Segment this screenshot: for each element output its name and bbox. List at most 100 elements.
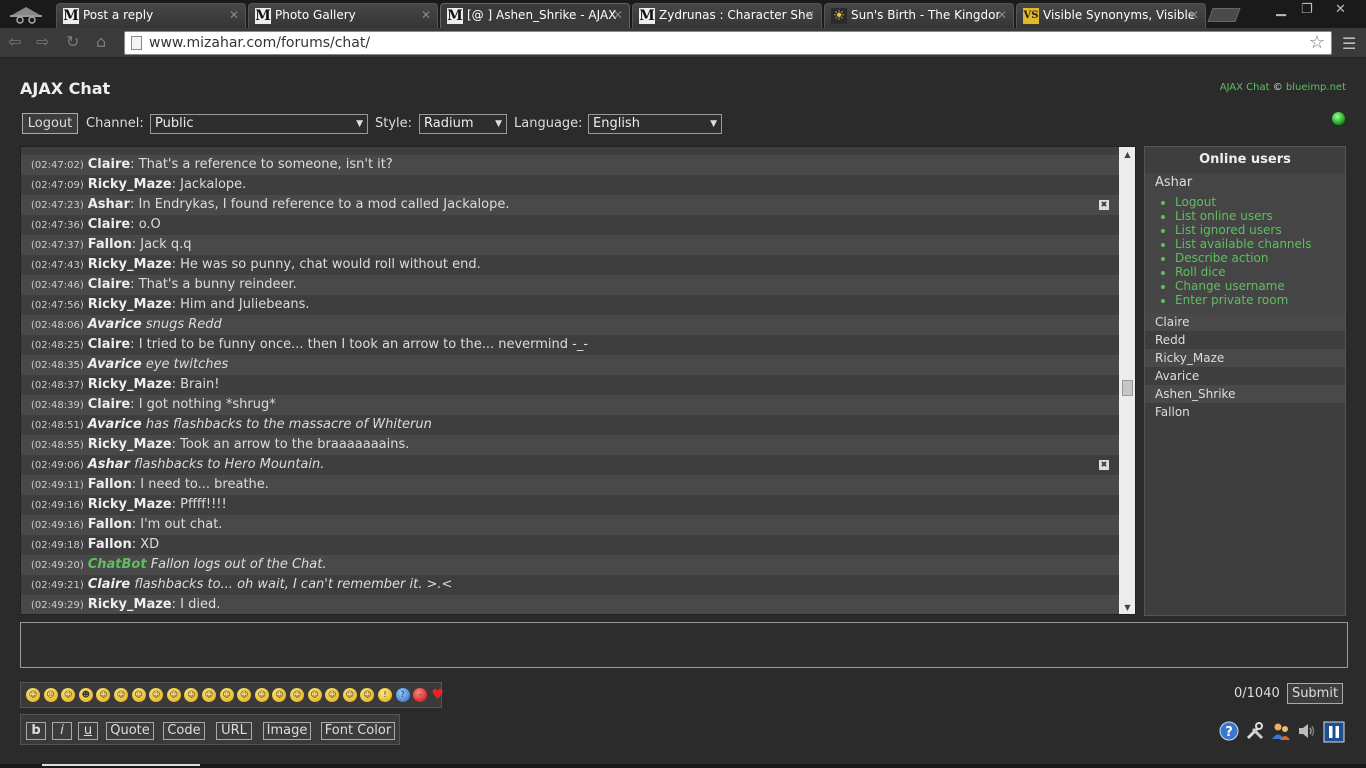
emoticon-icon[interactable]: ☺ [360, 688, 375, 702]
emoticon-icon[interactable]: ☺ [114, 688, 128, 702]
online-user[interactable]: Claire [1145, 313, 1345, 331]
message-user[interactable]: Claire [88, 277, 130, 292]
message-user[interactable]: ChatBot [88, 557, 147, 572]
style-select[interactable]: Radium ▼ [419, 114, 507, 134]
emoticon-icon[interactable]: ☺ [166, 688, 181, 702]
tab-close-icon[interactable]: ✕ [229, 4, 239, 26]
message-user[interactable]: Ricky_Maze [88, 257, 172, 272]
message-user[interactable]: Claire [88, 337, 130, 352]
online-user[interactable]: Ricky_Maze [1145, 349, 1345, 367]
quote-button[interactable]: Quote [106, 722, 154, 740]
underline-button[interactable]: u [78, 722, 98, 740]
message-user[interactable]: Avarice [88, 317, 142, 332]
user-menu-item[interactable]: List available channels [1175, 237, 1345, 251]
language-select[interactable]: English ▼ [588, 114, 722, 134]
message-user[interactable]: Ricky_Maze [88, 597, 172, 612]
code-button[interactable]: Code [163, 722, 205, 740]
emoticon-icon[interactable]: ♥ [431, 688, 445, 702]
star-icon[interactable]: ☆ [1309, 32, 1325, 53]
tab-ajax-chat[interactable]: M [@ ] Ashen_Shrike - AJAX ✕ [440, 3, 630, 28]
emoticon-icon[interactable]: ☺ [61, 688, 76, 702]
message-user[interactable]: Ricky_Maze [88, 437, 172, 452]
logout-button[interactable]: Logout [22, 113, 78, 134]
image-button[interactable]: Image [263, 722, 311, 740]
emoticon-icon[interactable]: ☺ [272, 688, 287, 702]
online-user[interactable]: Redd [1145, 331, 1345, 349]
restore-icon[interactable]: ❐ [1301, 2, 1313, 17]
scroll-up-icon[interactable]: ▲ [1119, 147, 1135, 163]
message-user[interactable]: Ricky_Maze [88, 497, 172, 512]
bold-button[interactable]: b [26, 722, 46, 740]
message-user[interactable]: Fallon [88, 237, 132, 252]
tab-close-icon[interactable]: ✕ [805, 4, 815, 26]
chat-message-list[interactable]: (02:47:02) Claire: That's a reference to … [20, 146, 1136, 615]
font-color-button[interactable]: Font Color [321, 722, 395, 740]
channel-select[interactable]: Public ▼ [150, 114, 368, 134]
reload-icon[interactable]: ↻ [66, 32, 79, 51]
emoticon-icon[interactable]: ? [395, 688, 410, 702]
user-menu-item[interactable]: Roll dice [1175, 265, 1345, 279]
message-user[interactable]: Avarice [88, 417, 142, 432]
users-icon[interactable] [1271, 721, 1291, 741]
submit-button[interactable]: Submit [1287, 683, 1343, 704]
message-user[interactable]: Ricky_Maze [88, 177, 172, 192]
tab-post-reply[interactable]: M Post a reply ✕ [56, 3, 246, 28]
online-user[interactable]: Avarice [1145, 367, 1345, 385]
message-user[interactable]: Fallon [88, 477, 132, 492]
tab-close-icon[interactable]: ✕ [997, 4, 1007, 26]
emoticon-icon[interactable]: ☺ [202, 688, 216, 702]
emoticon-icon[interactable]: – [413, 688, 428, 702]
settings-icon[interactable] [1245, 721, 1265, 741]
emoticon-icon[interactable]: ☺ [149, 688, 164, 702]
scroll-thumb[interactable] [1122, 380, 1133, 396]
message-user[interactable]: Claire [88, 157, 130, 172]
tab-close-icon[interactable]: ✕ [1189, 4, 1199, 26]
emoticon-icon[interactable]: ☺ [237, 688, 252, 702]
chat-scrollbar[interactable]: ▲ ▼ [1119, 147, 1135, 614]
pause-icon[interactable] [1323, 721, 1345, 743]
tab-character-sheet[interactable]: M Zydrunas : Character She ✕ [632, 3, 822, 28]
message-user[interactable]: Avarice [88, 357, 142, 372]
ajax-chat-link[interactable]: AJAX Chat [1220, 82, 1270, 93]
emoticon-icon[interactable]: ☺ [290, 688, 304, 702]
message-user[interactable]: Ashar [88, 197, 130, 212]
emoticon-icon[interactable]: ☺ [325, 688, 340, 702]
scroll-down-icon[interactable]: ▼ [1119, 600, 1135, 614]
delete-message-icon[interactable]: ✖ [1099, 200, 1109, 210]
tab-suns-birth[interactable]: ☀ Sun's Birth - The Kingdor ✕ [824, 3, 1014, 28]
back-icon[interactable]: ⇦ [8, 32, 21, 51]
emoticon-icon[interactable]: ☹ [43, 688, 58, 702]
italic-button[interactable]: i [52, 722, 72, 740]
sound-icon[interactable] [1297, 721, 1317, 741]
message-user[interactable]: Fallon [88, 537, 132, 552]
new-tab-button[interactable] [1207, 8, 1241, 22]
online-user[interactable]: Ashen_Shrike [1145, 385, 1345, 403]
delete-message-icon[interactable]: ✖ [1099, 460, 1109, 470]
emoticon-icon[interactable]: ☺ [26, 688, 40, 702]
user-menu-item[interactable]: List ignored users [1175, 223, 1345, 237]
message-user[interactable]: Claire [88, 577, 130, 592]
emoticon-icon[interactable]: ! [378, 688, 392, 702]
emoticon-icon[interactable]: ☺ [96, 688, 111, 702]
help-icon[interactable]: ? [1219, 721, 1239, 741]
message-user[interactable]: Ricky_Maze [88, 377, 172, 392]
user-menu-item[interactable]: Enter private room [1175, 293, 1345, 307]
message-user[interactable]: Ashar [88, 457, 130, 472]
user-menu-item[interactable]: List online users [1175, 209, 1345, 223]
emoticon-icon[interactable]: ☺ [131, 688, 146, 702]
tab-close-icon[interactable]: ✕ [421, 4, 431, 26]
user-menu-item[interactable]: Change username [1175, 279, 1345, 293]
emoticon-icon[interactable]: ☺ [184, 688, 199, 702]
close-window-icon[interactable]: ✕ [1335, 2, 1346, 17]
message-input[interactable] [20, 622, 1348, 668]
online-user[interactable]: Fallon [1145, 403, 1345, 421]
blueimp-link[interactable]: blueimp.net [1286, 82, 1346, 93]
user-menu-item[interactable]: Describe action [1175, 251, 1345, 265]
forward-icon[interactable]: ⇨ [36, 32, 49, 51]
url-button[interactable]: URL [216, 722, 252, 740]
minimize-icon[interactable]: ▁ [1276, 2, 1286, 17]
emoticon-icon[interactable]: ☺ [219, 688, 234, 702]
tab-photo-gallery[interactable]: M Photo Gallery ✕ [248, 3, 438, 28]
message-user[interactable]: Claire [88, 217, 130, 232]
menu-icon[interactable]: ☰ [1342, 34, 1356, 53]
